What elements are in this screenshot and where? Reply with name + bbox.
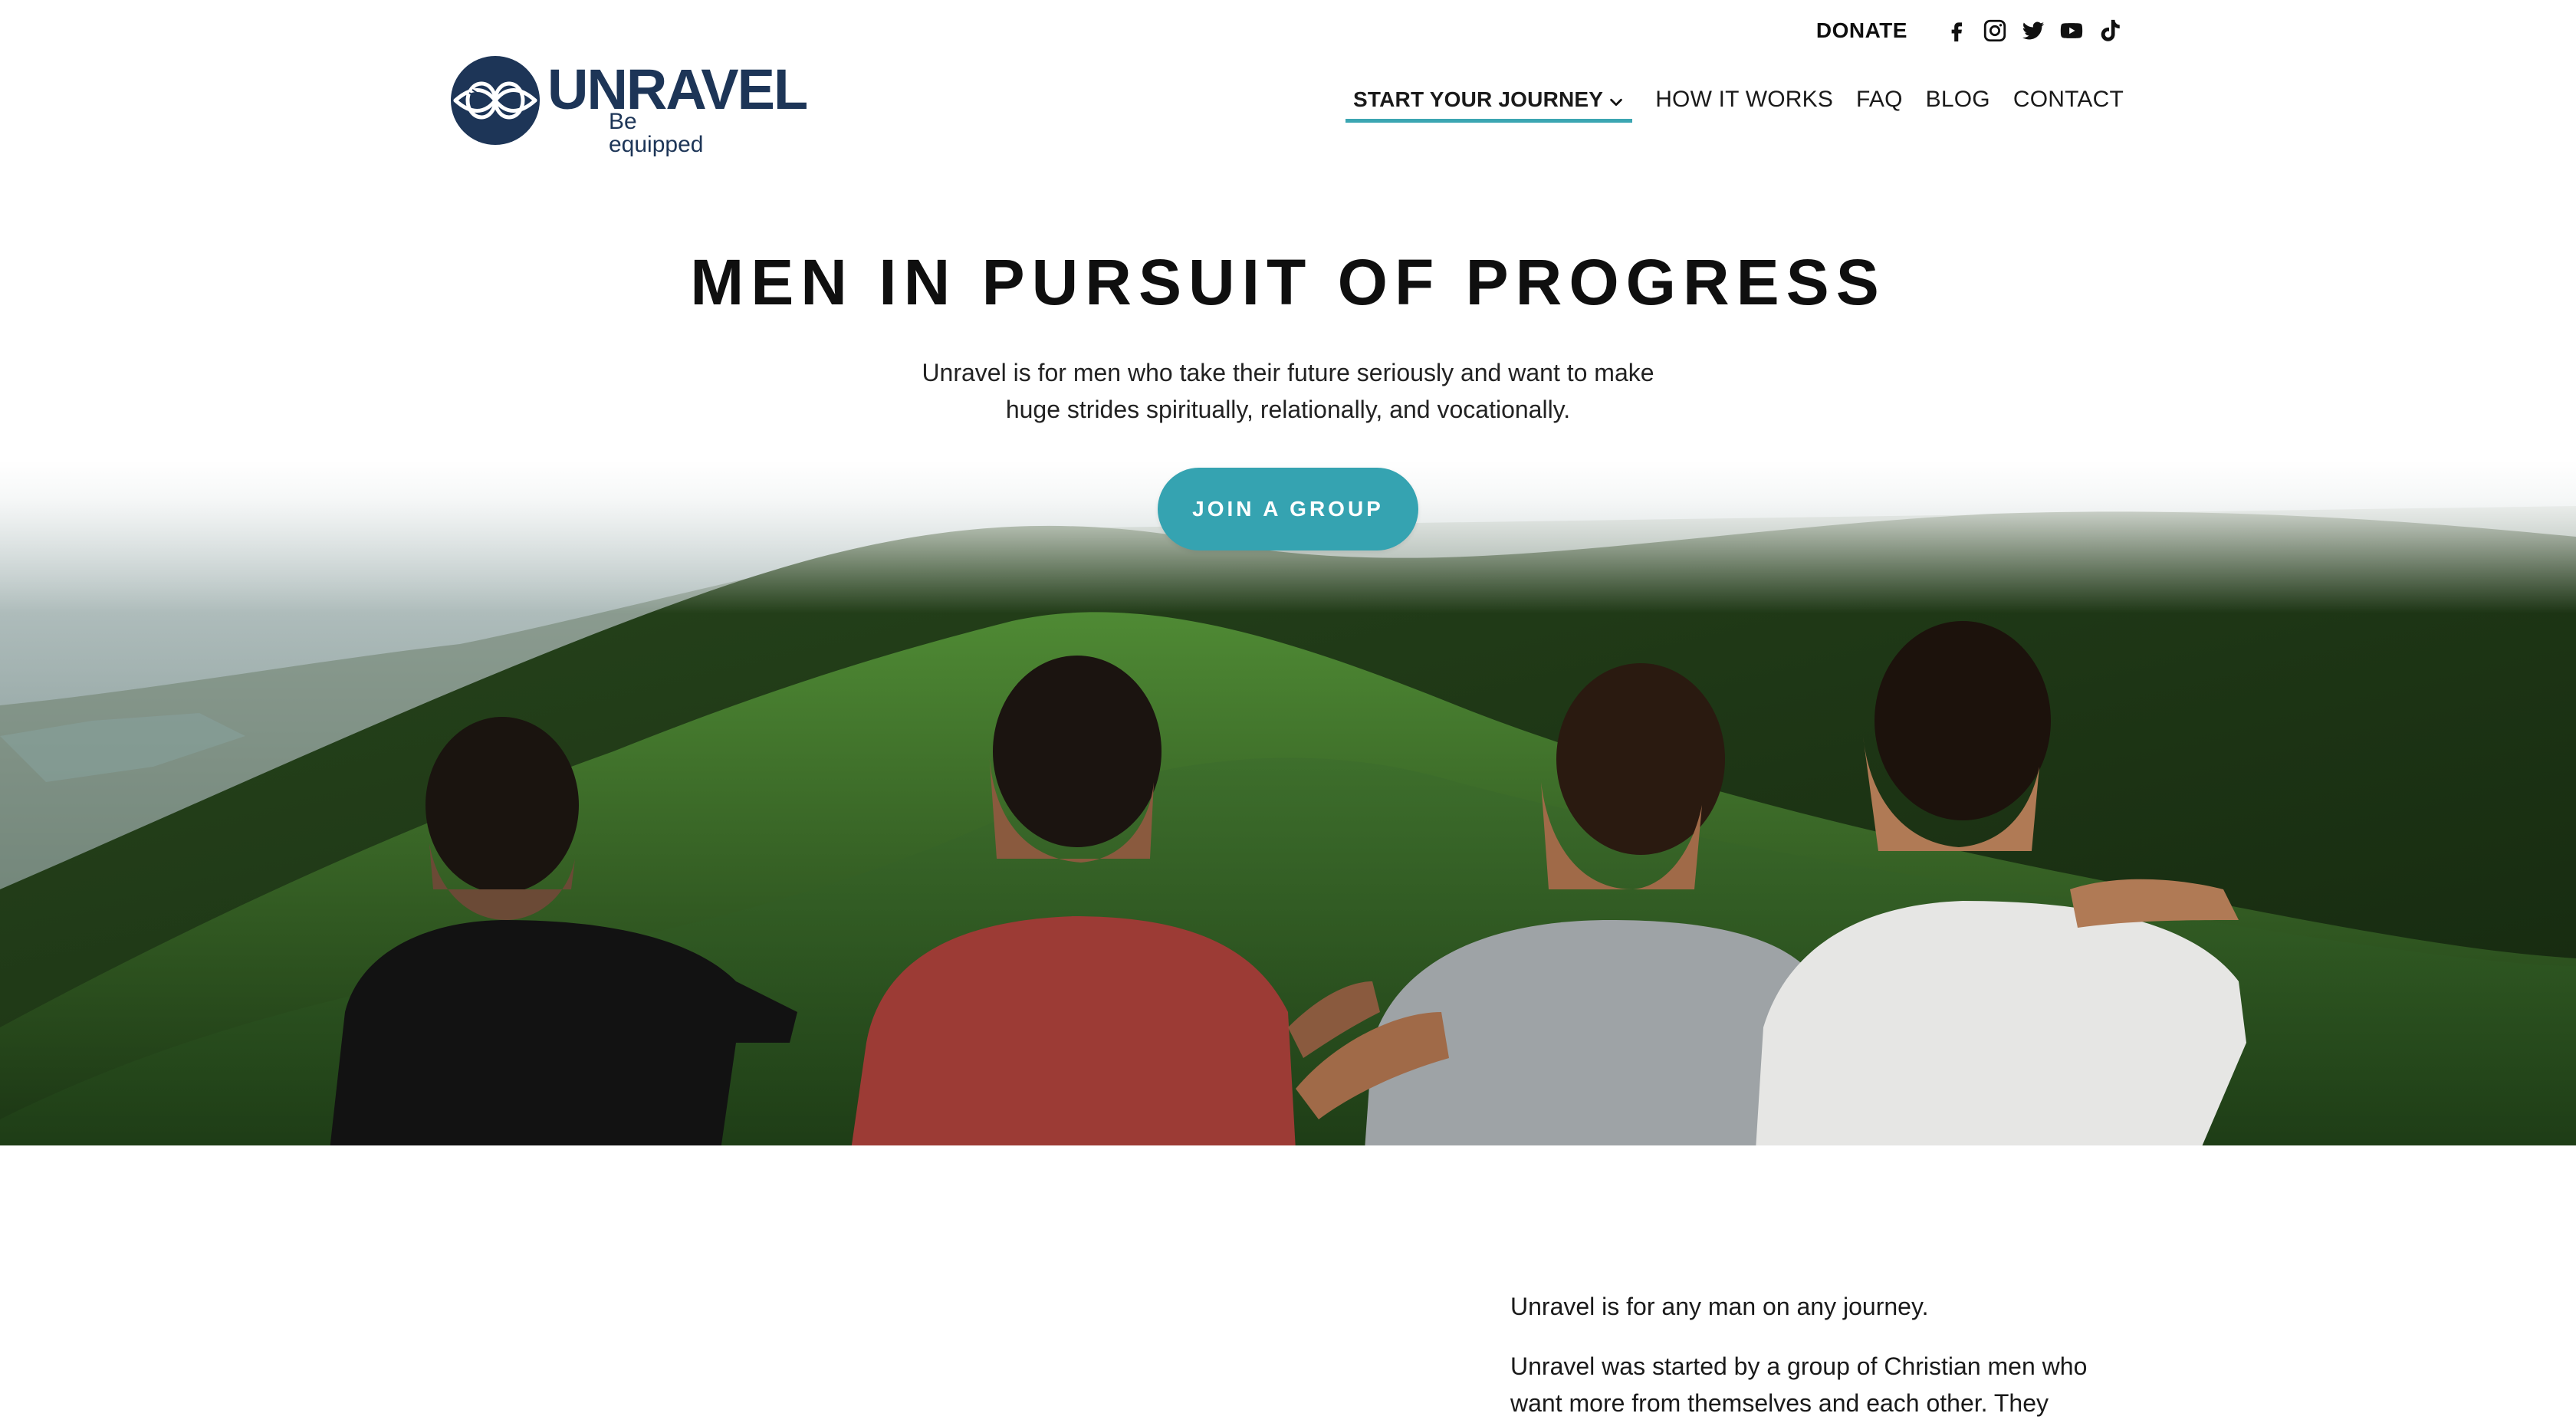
nav-how-it-works[interactable]: HOW IT WORKS [1655, 83, 1833, 117]
logo-wordmark: UNRAVEL [547, 58, 808, 121]
donate-link[interactable]: DONATE [1816, 18, 1907, 43]
hero-title: MEN IN PURSUIT OF PROGRESS [0, 246, 2576, 320]
nav-contact[interactable]: CONTACT [2013, 83, 2124, 117]
social-links [1943, 17, 2124, 44]
logo-tagline: Be equipped [609, 109, 704, 157]
hero-title-prefix: MEN IN PURSUIT OF [690, 246, 1466, 318]
knot-logo-icon [451, 56, 540, 145]
main-nav: START YOUR JOURNEY HOW IT WORKS FAQ BLOG… [1322, 83, 2124, 123]
nav-blog[interactable]: BLOG [1926, 83, 1990, 117]
about-paragraph: Unravel is for any man on any journey. [1510, 1293, 1929, 1320]
join-a-group-button[interactable]: JOIN A GROUP [1158, 468, 1418, 550]
twitter-icon[interactable] [2019, 17, 2047, 44]
hero-image [0, 460, 2576, 1145]
utility-bar: DONATE [1816, 17, 2124, 44]
hero-subtitle: Unravel is for men who take their future… [922, 359, 1654, 423]
facebook-icon[interactable] [1943, 17, 1970, 44]
nav-label: START YOUR JOURNEY [1353, 87, 1604, 111]
chevron-down-icon [1608, 91, 1625, 108]
nav-faq[interactable]: FAQ [1856, 83, 1903, 117]
nav-start-your-journey[interactable]: START YOUR JOURNEY [1346, 83, 1633, 123]
youtube-icon[interactable] [2058, 17, 2085, 44]
about-paragraph: Unravel was started by a group of Christ… [1510, 1352, 2088, 1417]
tiktok-icon[interactable] [2096, 17, 2124, 44]
instagram-icon[interactable] [1981, 17, 2009, 44]
hero-title-highlight: PROGRESS [1465, 246, 1886, 320]
site-logo[interactable]: UNRAVEL Be equipped [451, 55, 808, 156]
logo-text: UNRAVEL Be equipped [547, 58, 808, 156]
about-section: Unravel is for any man on any journey. U… [1510, 1288, 2124, 1423]
